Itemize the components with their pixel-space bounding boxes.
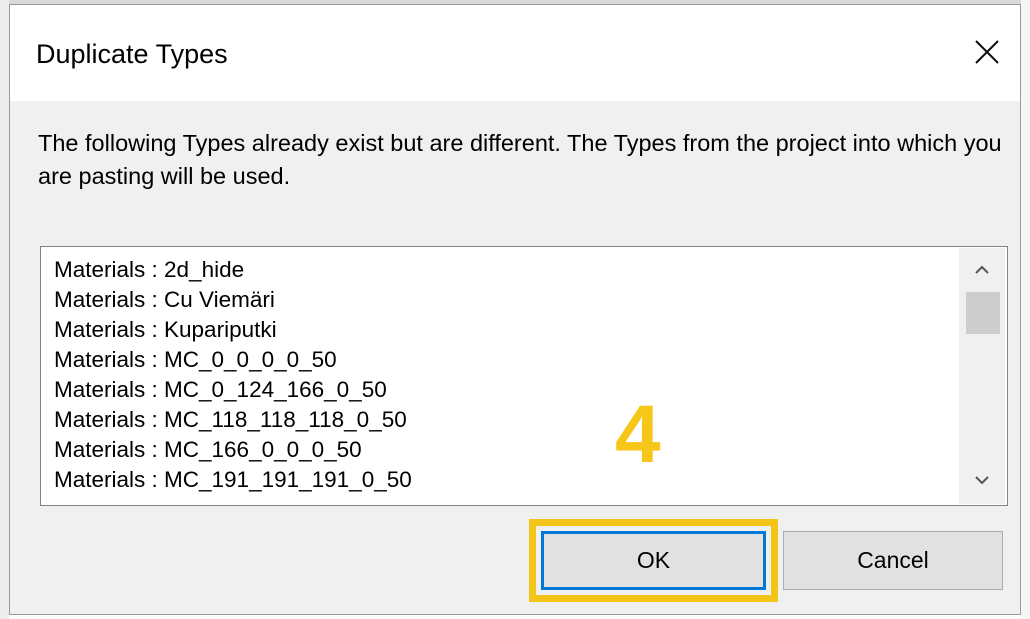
dialog-body: The following Types already exist but ar… (10, 101, 1020, 614)
scroll-up-button[interactable] (959, 252, 1005, 288)
dialog-message: The following Types already exist but ar… (38, 130, 1002, 189)
cancel-button[interactable]: Cancel (783, 531, 1003, 590)
duplicate-types-list[interactable]: Materials : 2d_hide Materials : Cu Viemä… (40, 246, 1008, 506)
duplicate-types-dialog: Duplicate Types The following Types alre… (9, 4, 1021, 615)
list-item[interactable]: Materials : Cu Viemäri (54, 285, 934, 315)
vertical-scrollbar[interactable] (959, 248, 1005, 504)
list-item[interactable]: Materials : MC_118_118_118_0_50 (54, 405, 934, 435)
scrollbar-thumb[interactable] (966, 292, 1000, 334)
list-item[interactable]: Materials : MC_191_191_191_0_50 (54, 465, 934, 495)
list-item[interactable]: Materials : 2d_hide (54, 255, 934, 285)
chevron-up-icon (975, 265, 989, 274)
scroll-down-button[interactable] (959, 462, 1005, 498)
list-items: Materials : 2d_hide Materials : Cu Viemä… (54, 255, 934, 495)
window-edge-left (0, 0, 9, 619)
ok-button[interactable]: OK (541, 531, 766, 590)
close-icon (975, 40, 999, 64)
step-number-annotation: 4 (615, 389, 661, 480)
list-item[interactable]: Materials : MC_166_0_0_0_50 (54, 435, 934, 465)
dialog-title: Duplicate Types (36, 39, 228, 69)
close-button[interactable] (962, 27, 1012, 77)
list-item[interactable]: Materials : Kupariputki (54, 315, 934, 345)
window-edge-right (1021, 0, 1030, 619)
list-item[interactable]: Materials : MC_0_124_166_0_50 (54, 375, 934, 405)
list-item[interactable]: Materials : MC_0_0_0_0_50 (54, 345, 934, 375)
title-bar: Duplicate Types (10, 5, 1020, 101)
chevron-down-icon (975, 476, 989, 485)
